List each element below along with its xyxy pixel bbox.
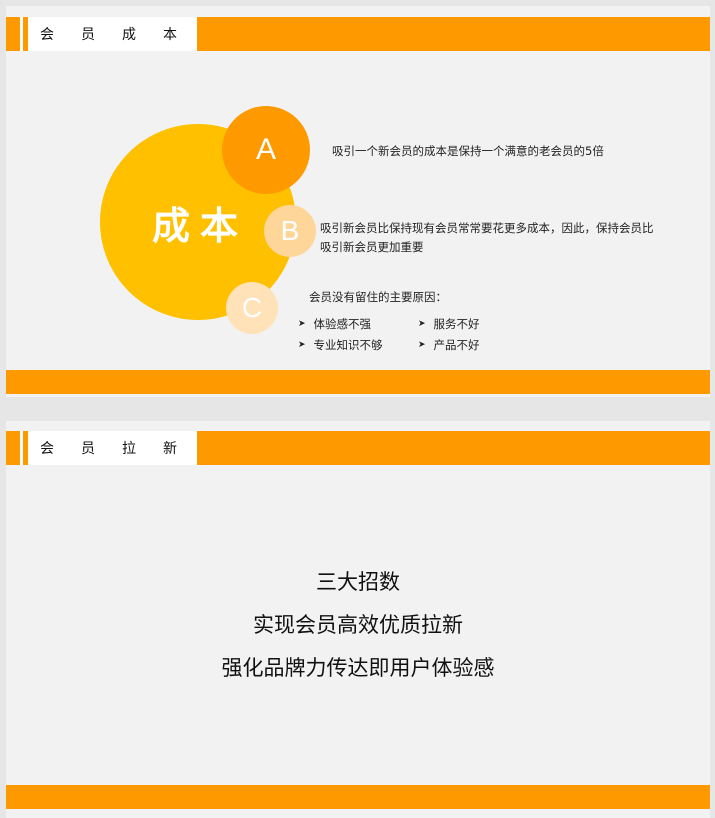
point-a-text: 吸引一个新会员的成本是保持一个满意的老会员的5倍 bbox=[332, 144, 604, 158]
headline-line: 实现会员高效优质拉新 bbox=[253, 613, 463, 637]
headline-line: 三大招数 bbox=[316, 570, 400, 594]
circle-c: C bbox=[226, 282, 278, 334]
slide-title: 会员拉新 bbox=[40, 441, 204, 457]
point-b-text: 吸引新会员比保持现有会员常常要花更多成本，因此，保持会员比吸引新会员更加重要 bbox=[320, 221, 654, 254]
slide-header: 会员拉新 bbox=[6, 431, 710, 465]
slide-title: 会员成本 bbox=[40, 27, 204, 43]
reason-item: ➤ 体验感不强 bbox=[298, 316, 371, 332]
circle-c-letter: C bbox=[241, 292, 263, 323]
header-title-box: 会员拉新 bbox=[28, 431, 197, 465]
reason-item: ➤ 产品不好 bbox=[418, 337, 480, 353]
point-c-title: 会员没有留住的主要原因： bbox=[309, 290, 447, 304]
slide-header: 会员成本 bbox=[6, 17, 710, 51]
circle-b: B bbox=[264, 205, 316, 257]
arrow-bullet-icon: ➤ bbox=[418, 319, 426, 329]
header-accent-block bbox=[6, 431, 20, 465]
circle-a-letter: A bbox=[255, 133, 276, 166]
header-bar bbox=[197, 431, 710, 465]
cost-circle-label: 成本 bbox=[151, 203, 248, 248]
reason-item: ➤ 专业知识不够 bbox=[298, 337, 383, 353]
slide-member-acquisition[interactable]: 会员拉新 三大招数 实现会员高效优质拉新 强化品牌力传达即用户体验感 bbox=[6, 421, 710, 818]
arrow-bullet-icon: ➤ bbox=[298, 319, 306, 329]
circle-b-letter: B bbox=[280, 215, 300, 246]
reason-label: 体验感不强 bbox=[313, 317, 372, 331]
circle-a: A bbox=[222, 106, 310, 194]
reason-label: 专业知识不够 bbox=[313, 338, 383, 352]
header-title-box: 会员成本 bbox=[28, 17, 197, 51]
reason-label: 服务不好 bbox=[433, 317, 480, 331]
header-accent-block bbox=[6, 17, 20, 51]
arrow-bullet-icon: ➤ bbox=[418, 340, 426, 350]
header-bar bbox=[197, 17, 710, 51]
headline-line: 强化品牌力传达即用户体验感 bbox=[221, 656, 495, 680]
reason-label: 产品不好 bbox=[433, 338, 480, 352]
slide-footer-bar bbox=[6, 785, 710, 809]
slide-footer-bar bbox=[6, 370, 710, 394]
arrow-bullet-icon: ➤ bbox=[298, 340, 306, 350]
reason-item: ➤ 服务不好 bbox=[418, 316, 480, 332]
slide-member-cost[interactable]: 会员成本 成本 A B C 吸引一个新会员的成本是保持一个满意的老会员的5倍 吸… bbox=[6, 6, 710, 397]
